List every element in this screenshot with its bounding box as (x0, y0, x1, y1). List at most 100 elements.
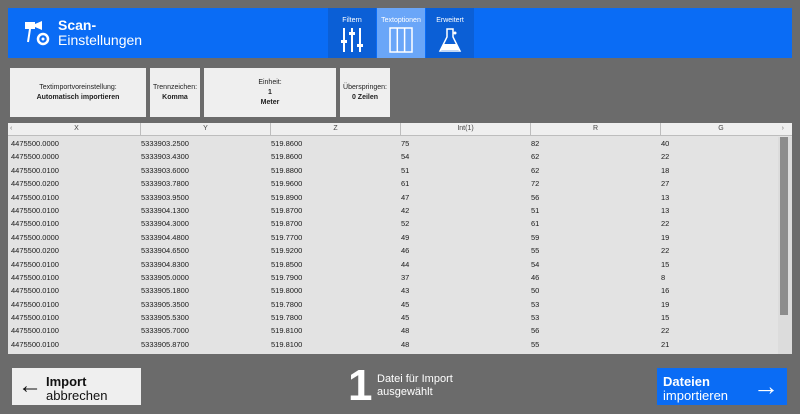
separator-option[interactable]: Trennzeichen: Komma (150, 68, 200, 117)
table-cell: 519.9600 (271, 179, 303, 189)
table-cell: 13 (661, 192, 670, 202)
table-cell: 56 (531, 192, 540, 202)
separator-label: Trennzeichen: (152, 83, 198, 91)
table-cell: 54 (401, 152, 410, 162)
table-cell: 5333905.7000 (141, 326, 189, 336)
table-cell: 22 (661, 219, 670, 229)
separator-value: Komma (162, 93, 188, 101)
cancel-import-button[interactable]: ← Import abbrechen (12, 368, 141, 405)
column-header-z[interactable]: Z (271, 125, 400, 132)
header-bar: Scan- Einstellungen Filtern Textoptionen (8, 8, 792, 58)
table-cell: 4475500.0000 (11, 139, 59, 148)
table-cell: 519.8100 (271, 326, 303, 336)
table-cell: 8 (661, 272, 666, 282)
table-cell: 4475500.0100 (11, 259, 59, 269)
table-cell: 5333905.8700 (141, 339, 189, 349)
table-cell: 61 (531, 219, 540, 229)
table-cell: 40 (661, 139, 670, 148)
table-cell: 519.7800 (271, 299, 303, 309)
table-cell: 13 (661, 205, 670, 215)
column-header-int[interactable]: Int(1) (401, 125, 530, 132)
tab-filter-label: Filtern (342, 17, 362, 24)
table-row[interactable]: 4475500.0100 5333905.7000 519.8100 48 56 22 (8, 324, 778, 337)
scanner-settings-icon (25, 21, 50, 46)
tab-advanced[interactable]: Erweitert (426, 8, 474, 58)
table-row[interactable]: 4475500.0100 5333905.3500 519.7800 45 53 19 (8, 298, 778, 311)
table-cell: 4475500.0200 (11, 179, 59, 189)
table-row[interactable]: 4475500.0200 5333903.7800 519.9600 61 72 27 (8, 177, 778, 190)
table-row[interactable]: 4475500.0200 5333904.6500 519.9200 46 55 22 (8, 244, 778, 257)
table-cell: 19 (661, 232, 670, 242)
column-header-g[interactable]: G (661, 125, 781, 132)
column-header-r[interactable]: R (531, 125, 660, 132)
table-row[interactable]: 4475500.0100 5333903.9500 519.8900 47 56 13 (8, 191, 778, 204)
scroll-left-icon[interactable]: ‹ (10, 125, 12, 132)
tab-filter[interactable]: Filtern (328, 8, 376, 58)
flask-icon (438, 28, 462, 52)
table-cell: 519.8700 (271, 219, 303, 229)
table-cell: 4475500.0100 (11, 299, 59, 309)
vertical-scrollbar-thumb[interactable] (780, 137, 788, 315)
column-header-y[interactable]: Y (141, 125, 270, 132)
table-cell: 43 (401, 286, 410, 296)
table-row[interactable]: 4475500.0100 5333905.0000 519.7900 37 46 8 (8, 271, 778, 284)
cancel-import-line1: Import (46, 374, 87, 389)
table-cell: 5333904.6500 (141, 246, 189, 256)
table-row[interactable]: 4475500.0100 5333904.3000 519.8700 52 61 22 (8, 217, 778, 230)
table-row[interactable]: 4475500.0100 5333904.8300 519.8500 44 54 15 (8, 258, 778, 271)
table-cell: 49 (401, 232, 410, 242)
column-header-x[interactable]: X (13, 125, 140, 132)
table-cell: 519.8000 (271, 286, 303, 296)
unit-option[interactable]: Einheit: 1 Meter (204, 68, 336, 117)
preset-label: Textimportvoreinstellung: (39, 83, 117, 91)
table-cell: 5333904.3000 (141, 219, 189, 229)
table-cell: 47 (401, 192, 410, 202)
table-cell: 5333904.1300 (141, 205, 189, 215)
table-cell: 46 (531, 272, 540, 282)
table-cell: 4475500.0100 (11, 272, 59, 282)
table-row[interactable]: 4475500.0100 5333905.5300 519.7800 45 53 15 (8, 311, 778, 324)
table-cell: 19 (661, 299, 670, 309)
skip-value: 0 Zeilen (351, 93, 379, 101)
table-cell: 18 (661, 165, 670, 175)
tab-textoptions[interactable]: Textoptionen (377, 8, 425, 58)
table-cell: 42 (401, 205, 410, 215)
table-cell: 519.9200 (271, 246, 303, 256)
table-cell: 15 (661, 259, 670, 269)
preset-option[interactable]: Textimportvoreinstellung: Automatisch im… (10, 68, 146, 117)
table-cell: 4475500.0100 (11, 205, 59, 215)
data-table: ‹ X Y Z Int(1) R G › 4475500.0000 5333903… (8, 123, 792, 354)
skip-option[interactable]: Überspringen: 0 Zeilen (340, 68, 390, 117)
table-row[interactable]: 4475500.0000 5333903.2500 519.8600 75 82 40 (8, 137, 778, 150)
table-row[interactable]: 4475500.0100 5333903.6000 519.8800 51 62 18 (8, 164, 778, 177)
table-cell: 48 (401, 326, 410, 336)
file-count-line1: Datei für Import (377, 373, 453, 385)
table-cell: 45 (401, 299, 410, 309)
columns-icon (389, 27, 413, 53)
import-files-line1: Dateien (663, 374, 710, 389)
table-cell: 22 (661, 246, 670, 256)
table-cell: 4475500.0200 (11, 246, 59, 256)
table-cell: 72 (531, 179, 540, 189)
import-files-line2: importieren (663, 388, 729, 403)
page-title: Scan- Einstellungen (58, 18, 142, 48)
table-row[interactable]: 4475500.0100 5333904.1300 519.8700 42 51 13 (8, 204, 778, 217)
table-cell: 519.8600 (271, 139, 303, 148)
import-files-button[interactable]: Dateien importieren → (657, 368, 787, 405)
file-count-text: Datei für Import ausgewählt (377, 373, 453, 399)
table-row[interactable]: 4475500.0100 5333905.1800 519.8000 43 50 16 (8, 284, 778, 297)
table-row[interactable]: 4475500.0000 5333903.4300 519.8600 54 62 22 (8, 150, 778, 163)
table-cell: 82 (531, 139, 540, 148)
preset-value: Automatisch importieren (36, 93, 120, 101)
file-count: 1 (348, 361, 373, 410)
tab-textoptions-label: Textoptionen (381, 17, 421, 24)
table-row[interactable]: 4475500.0000 5333904.4800 519.7700 49 59 19 (8, 231, 778, 244)
unit-label: Einheit: (258, 78, 282, 86)
scroll-right-icon[interactable]: › (782, 125, 784, 132)
table-row[interactable]: 4475500.0100 5333905.8700 519.8100 48 55 21 (8, 338, 778, 351)
table-cell: 21 (661, 339, 670, 349)
table-cell: 27 (661, 179, 670, 189)
table-cell: 5333903.2500 (141, 139, 189, 148)
table-cell: 4475500.0100 (11, 192, 59, 202)
table-body: 4475500.0000 5333903.2500 519.8600 75 82 40 44… (8, 137, 778, 351)
